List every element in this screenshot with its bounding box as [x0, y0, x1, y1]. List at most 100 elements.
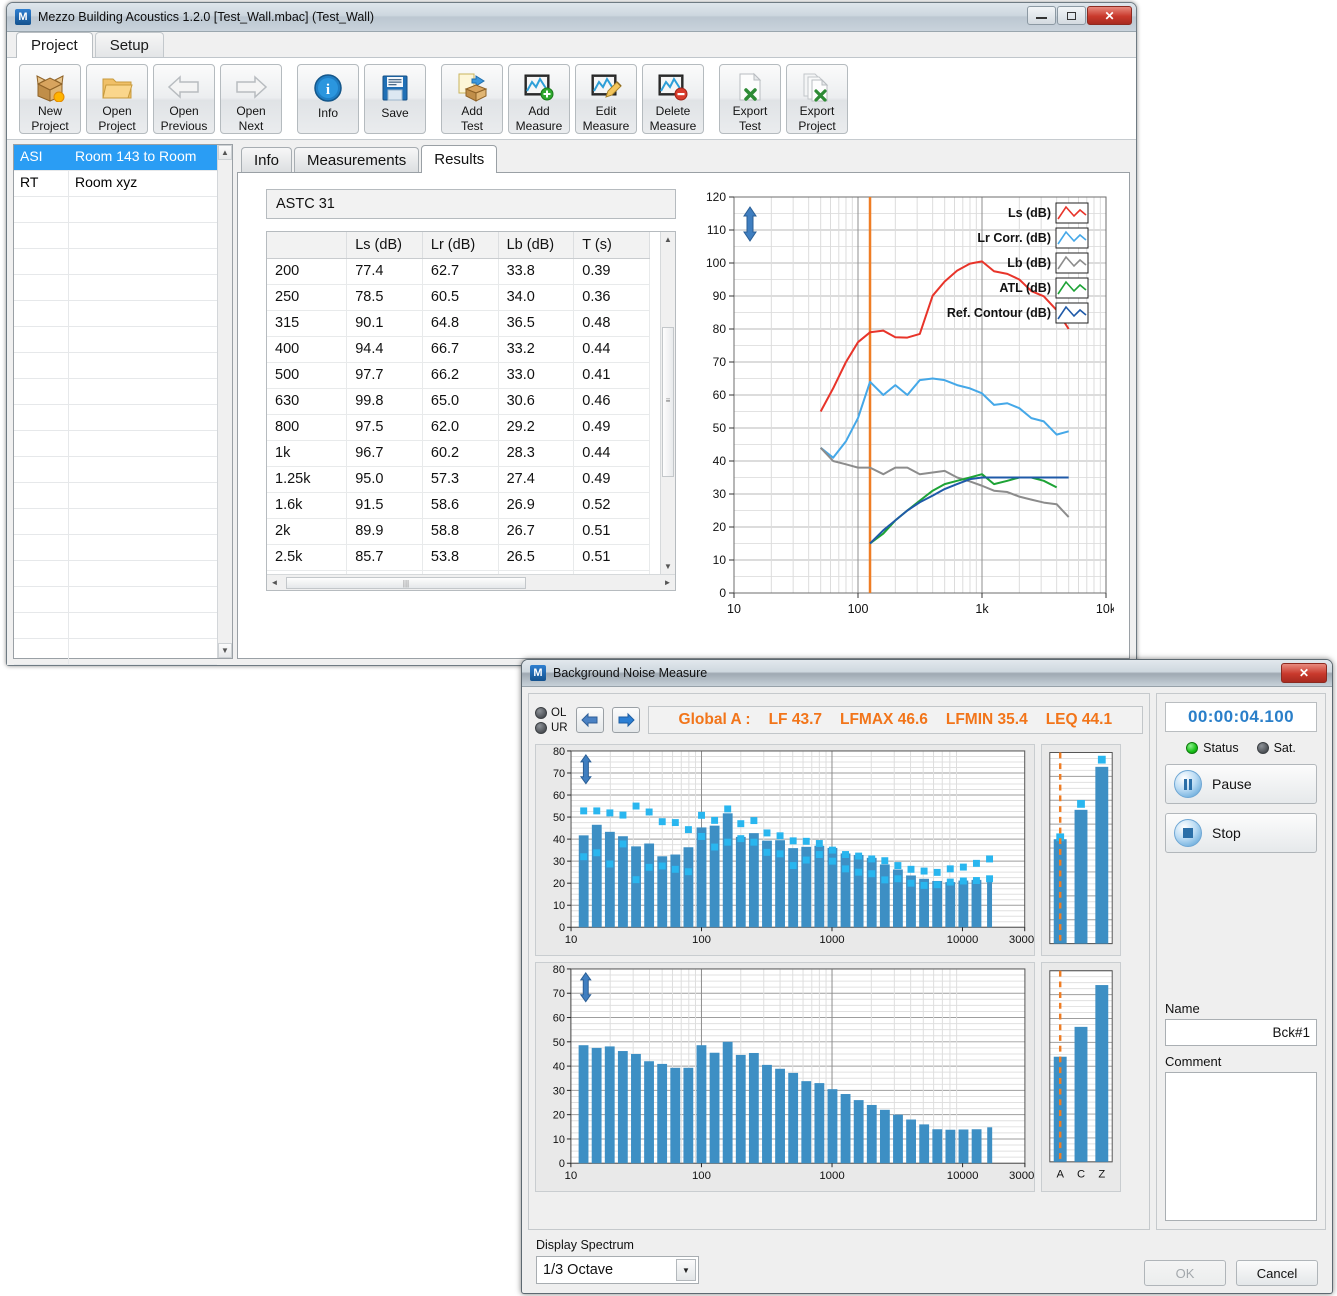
- table-vertical-scrollbar[interactable]: ▲ ≡ ▼: [660, 232, 675, 574]
- test-list-empty-row[interactable]: [14, 301, 217, 327]
- table-row[interactable]: 1k96.760.228.30.44: [267, 440, 650, 466]
- test-list-item-rt[interactable]: RT Room xyz: [14, 171, 217, 197]
- table-row[interactable]: 25078.560.534.00.36: [267, 284, 650, 310]
- cell-ls: 91.5: [347, 492, 423, 518]
- test-list-item-asi[interactable]: ASI Room 143 to Room: [14, 145, 217, 171]
- status-indicators: Status Sat.: [1165, 741, 1317, 755]
- open-previous-button[interactable]: Open Previous: [153, 64, 215, 134]
- delete-measure-button[interactable]: Delete Measure: [642, 64, 704, 134]
- open-next-button[interactable]: Open Next: [220, 64, 282, 134]
- test-list-empty-row[interactable]: [14, 613, 217, 639]
- global-prefix: Global A :: [679, 711, 751, 729]
- cell-lb: 26.9: [498, 492, 574, 518]
- table-row[interactable]: 50097.766.233.00.41: [267, 362, 650, 388]
- export-project-label-1: Export: [800, 105, 835, 118]
- test-list-empty-row[interactable]: [14, 509, 217, 535]
- test-list-empty-row[interactable]: [14, 249, 217, 275]
- test-list-empty-row[interactable]: [14, 457, 217, 483]
- scroll-track[interactable]: |||: [282, 576, 660, 590]
- svg-text:10: 10: [565, 934, 578, 946]
- test-list-empty-row[interactable]: [14, 535, 217, 561]
- test-list-empty-row[interactable]: [14, 639, 217, 665]
- cell-lb: 28.3: [498, 440, 574, 466]
- scroll-right-icon[interactable]: ►: [660, 578, 675, 587]
- test-list-empty-row[interactable]: [14, 587, 217, 613]
- scroll-thumb[interactable]: |||: [286, 577, 526, 589]
- chevron-down-icon[interactable]: ▼: [676, 1259, 696, 1281]
- sidebar-scrollbar[interactable]: ▲ ▼: [217, 145, 232, 658]
- table-row[interactable]: 2k89.958.826.70.51: [267, 518, 650, 544]
- measurement-area: OL UR Global A : LF 43.7 LFMAX 46.6: [528, 693, 1150, 1230]
- cell-lb: 29.2: [498, 414, 574, 440]
- maximize-button[interactable]: [1057, 6, 1086, 25]
- cell-t: 0.44: [574, 440, 650, 466]
- add-test-label-1: Add: [461, 105, 482, 118]
- test-list-empty-row[interactable]: [14, 561, 217, 587]
- test-list-empty-row[interactable]: [14, 353, 217, 379]
- edit-measure-button[interactable]: Edit Measure: [575, 64, 637, 134]
- test-list-empty-row[interactable]: [14, 379, 217, 405]
- ribbon-tab-project[interactable]: Project: [16, 32, 93, 58]
- table-row[interactable]: 20077.462.733.80.39: [267, 258, 650, 284]
- test-list-empty-row[interactable]: [14, 405, 217, 431]
- pause-button[interactable]: Pause: [1165, 764, 1317, 804]
- cell-lr: 64.8: [422, 310, 498, 336]
- prev-button[interactable]: [576, 707, 604, 733]
- new-project-button[interactable]: New Project: [19, 64, 81, 134]
- ok-button[interactable]: OK: [1144, 1260, 1226, 1286]
- scroll-down-icon[interactable]: ▼: [218, 643, 232, 658]
- comment-input[interactable]: [1165, 1072, 1317, 1222]
- scroll-up-icon[interactable]: ▲: [661, 232, 675, 247]
- svg-text:10000: 10000: [947, 934, 979, 946]
- scroll-up-icon[interactable]: ▲: [218, 145, 232, 160]
- lower-weighting-chart[interactable]: ACZ: [1041, 962, 1121, 1192]
- table-row[interactable]: 31590.164.836.50.48: [267, 310, 650, 336]
- table-row[interactable]: 1.25k95.057.327.40.49: [267, 466, 650, 492]
- tab-info[interactable]: Info: [241, 147, 292, 172]
- name-input[interactable]: Bck#1: [1165, 1019, 1317, 1046]
- display-spectrum-select[interactable]: 1/3 Octave ▼: [536, 1256, 699, 1284]
- stop-button[interactable]: Stop: [1165, 813, 1317, 853]
- test-list-empty-row[interactable]: [14, 483, 217, 509]
- test-list-empty-row[interactable]: [14, 223, 217, 249]
- cancel-button[interactable]: Cancel: [1236, 1260, 1318, 1286]
- results-chart[interactable]: 0102030405060708090100110120101001k10kLs…: [694, 189, 1114, 629]
- tab-results[interactable]: Results: [421, 145, 497, 173]
- svg-text:80: 80: [713, 322, 727, 336]
- export-test-button[interactable]: Export Test: [719, 64, 781, 134]
- minimize-button[interactable]: [1027, 6, 1056, 25]
- info-button[interactable]: i Info: [297, 64, 359, 134]
- scroll-down-icon[interactable]: ▼: [661, 559, 675, 574]
- close-button[interactable]: ✕: [1087, 6, 1132, 25]
- svg-text:10000: 10000: [947, 1170, 979, 1182]
- scroll-left-icon[interactable]: ◄: [267, 578, 282, 587]
- ribbon-tab-setup[interactable]: Setup: [95, 32, 164, 57]
- upper-spectrum-chart[interactable]: 010203040506070801010010001000030000: [535, 744, 1035, 956]
- table-row[interactable]: 63099.865.030.60.46: [267, 388, 650, 414]
- test-list-empty-row[interactable]: [14, 197, 217, 223]
- lower-spectrum-chart[interactable]: 010203040506070801010010001000030000: [535, 962, 1035, 1192]
- table-row[interactable]: 40094.466.733.20.44: [267, 336, 650, 362]
- open-project-button[interactable]: Open Project: [86, 64, 148, 134]
- add-measure-button[interactable]: Add Measure: [508, 64, 570, 134]
- table-row[interactable]: 2.5k85.753.826.50.51: [267, 544, 650, 570]
- save-button[interactable]: Save: [364, 64, 426, 134]
- add-test-button[interactable]: Add Test: [441, 64, 503, 134]
- svg-text:20: 20: [553, 1110, 565, 1122]
- next-button[interactable]: [612, 707, 640, 733]
- export-project-button[interactable]: Export Project: [786, 64, 848, 134]
- table-row[interactable]: 80097.562.029.20.49: [267, 414, 650, 440]
- table-horizontal-scrollbar[interactable]: ◄ ||| ►: [267, 574, 675, 590]
- cell-ls: 97.7: [347, 362, 423, 388]
- open-project-label-1: Open: [102, 105, 131, 118]
- dialog-close-button[interactable]: ✕: [1281, 663, 1327, 683]
- upper-weighting-chart[interactable]: [1041, 744, 1121, 956]
- arrow-left-icon: [167, 71, 201, 103]
- test-list-empty-row[interactable]: [14, 431, 217, 457]
- add-measure-label-2: Measure: [516, 120, 563, 133]
- table-row[interactable]: 1.6k91.558.626.90.52: [267, 492, 650, 518]
- tab-measurements[interactable]: Measurements: [294, 147, 419, 172]
- cell-ls: 89.9: [347, 518, 423, 544]
- test-list-empty-row[interactable]: [14, 327, 217, 353]
- test-list-empty-row[interactable]: [14, 275, 217, 301]
